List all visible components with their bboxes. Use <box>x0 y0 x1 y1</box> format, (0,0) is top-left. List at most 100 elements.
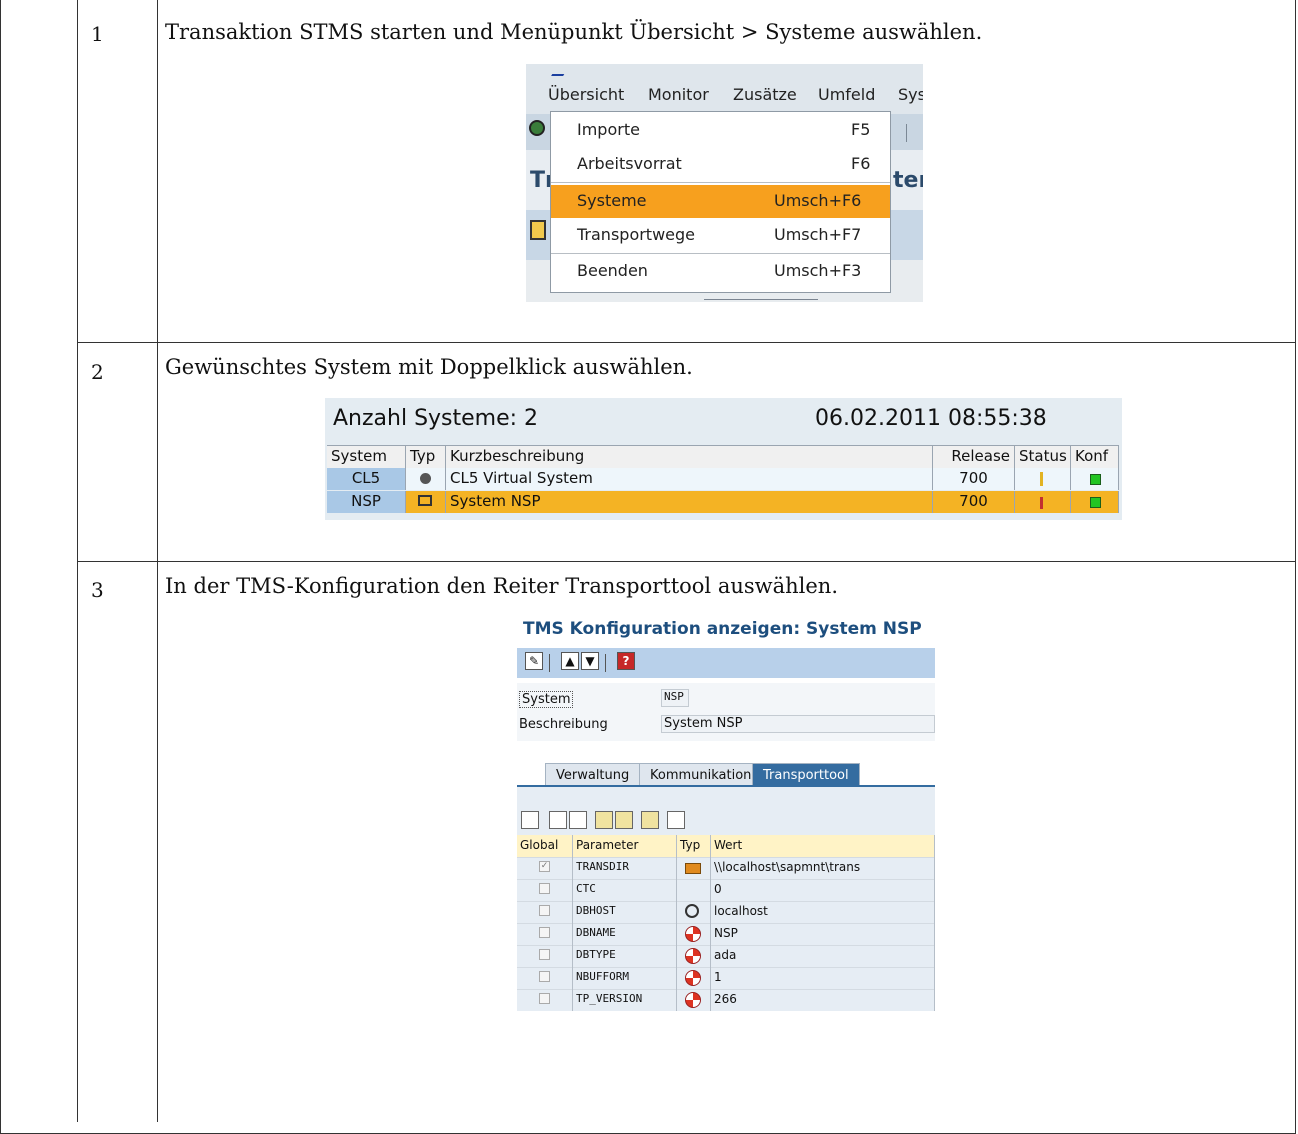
tab-transporttool[interactable]: Transporttool <box>752 763 860 786</box>
lifebuoy-icon <box>685 992 701 1008</box>
parameter-cell: DBHOST <box>573 901 677 923</box>
menu-item-arbeitsvorrat[interactable]: Arbeitsvorrat F6 <box>551 148 890 181</box>
table-header: System Typ Kurzbeschreibung Release Stat… <box>327 445 1119 469</box>
menu-separator <box>551 253 890 254</box>
edit-icon[interactable]: ✎ <box>525 652 543 670</box>
release-cell: 700 <box>933 468 1015 490</box>
global-checkbox[interactable] <box>539 949 550 960</box>
filter-icon[interactable] <box>569 811 587 829</box>
arrow-down-icon[interactable]: ▼ <box>581 652 599 670</box>
system-cell: CL5 <box>327 468 406 490</box>
menu-item-label: Arbeitsvorrat <box>577 154 682 173</box>
menu-item-label: Transportwege <box>577 225 696 244</box>
row-divider <box>77 561 1296 562</box>
insert-icon[interactable] <box>595 811 613 829</box>
step-number: 2 <box>91 360 104 384</box>
menu-item-importe[interactable]: Importe F5 <box>551 114 890 147</box>
table-header: Global Parameter Typ Wert <box>517 835 935 858</box>
folder-icon <box>685 863 701 874</box>
menu-zusaetze[interactable]: Zusätze <box>733 85 797 104</box>
row-divider <box>77 342 1296 343</box>
system-cell: NSP <box>327 491 406 513</box>
status-icon <box>1040 497 1043 509</box>
menu-item-systeme[interactable]: Systeme Umsch+F6 <box>551 185 890 218</box>
help-icon[interactable]: ? <box>617 652 635 670</box>
truck-icon[interactable] <box>530 220 546 240</box>
column-header[interactable]: Release <box>933 446 1015 468</box>
type-cell <box>677 967 711 989</box>
column-header[interactable]: Status <box>1015 446 1071 468</box>
system-list-screenshot: Anzahl Systeme: 2 06.02.2011 08:55:38 Sy… <box>325 398 1122 520</box>
real-system-icon <box>418 495 432 506</box>
menu-umfeld[interactable]: Umfeld <box>818 85 875 104</box>
system-table: System Typ Kurzbeschreibung Release Stat… <box>327 445 1119 513</box>
header-fields: System NSP Beschreibung System NSP <box>517 683 935 741</box>
system-count-heading: Anzahl Systeme: 2 <box>333 406 539 431</box>
table-row[interactable]: ✓ TRANSDIR \\localhost\sapmnt\trans <box>517 857 935 880</box>
table-row[interactable]: NBUFFORM 1 <box>517 967 935 990</box>
column-header[interactable]: Wert <box>711 835 935 857</box>
details-icon[interactable] <box>521 811 539 829</box>
system-label: System <box>519 691 574 708</box>
sap-menu-icon <box>551 66 569 76</box>
global-checkbox[interactable] <box>539 993 550 1004</box>
column-header[interactable]: Kurzbeschreibung <box>446 446 933 468</box>
type-cell <box>677 901 711 923</box>
menu-uebersicht[interactable]: Übersicht <box>548 85 624 104</box>
menu-item-label: Importe <box>577 120 640 139</box>
global-checkbox[interactable] <box>539 927 550 938</box>
grid-toolbar <box>521 811 935 833</box>
spiral-icon <box>685 904 699 918</box>
status-icon <box>1040 472 1043 486</box>
arrow-up-icon[interactable]: ▲ <box>561 652 579 670</box>
parameter-cell: NBUFFORM <box>573 967 677 989</box>
delete-icon[interactable] <box>615 811 633 829</box>
menu-item-shortcut: Umsch+F3 <box>774 261 862 280</box>
global-cell <box>517 945 573 967</box>
menu-item-transportwege[interactable]: Transportwege Umsch+F7 <box>551 219 890 252</box>
table-row[interactable]: CL5 CL5 Virtual System 700 <box>327 468 1119 490</box>
step-text: Gewünschtes System mit Doppelklick auswä… <box>165 355 693 379</box>
column-header[interactable]: System <box>327 446 406 468</box>
layout-icon[interactable] <box>667 811 685 829</box>
tms-title: TMS Konfiguration anzeigen: System NSP <box>523 619 922 639</box>
table-row-selected[interactable]: NSP System NSP 700 <box>327 491 1119 513</box>
global-checkbox[interactable] <box>539 883 550 894</box>
table-row[interactable]: CTC 0 <box>517 879 935 902</box>
type-cell <box>677 945 711 967</box>
type-cell <box>677 857 711 879</box>
konf-cell <box>1071 491 1119 513</box>
menu-item-beenden[interactable]: Beenden Umsch+F3 <box>551 255 890 288</box>
global-cell: ✓ <box>517 857 573 879</box>
tab-verwaltung[interactable]: Verwaltung <box>545 763 641 786</box>
parameter-table: Global Parameter Typ Wert ✓ TRANSDIR \\l… <box>517 835 935 1021</box>
column-header[interactable]: Typ <box>677 835 711 857</box>
column-header[interactable]: Global <box>517 835 573 857</box>
table-row[interactable]: DBNAME NSP <box>517 923 935 946</box>
type-cell <box>677 923 711 945</box>
menu-monitor[interactable]: Monitor <box>648 85 709 104</box>
global-cell <box>517 879 573 901</box>
menu-system[interactable]: Sys <box>898 85 923 104</box>
value-cell: ada <box>711 945 935 967</box>
virtual-system-icon <box>420 473 431 484</box>
step-number: 3 <box>91 578 104 602</box>
value-cell: 266 <box>711 989 935 1011</box>
print-icon[interactable] <box>549 811 567 829</box>
enter-icon[interactable] <box>529 120 545 136</box>
column-header[interactable]: Parameter <box>573 835 677 857</box>
global-checkbox[interactable] <box>539 905 550 916</box>
table-row[interactable]: DBTYPE ada <box>517 945 935 968</box>
tab-kommunikation[interactable]: Kommunikation <box>639 763 763 786</box>
menu-item-shortcut: F5 <box>851 120 871 139</box>
copy-icon[interactable] <box>641 811 659 829</box>
menu-screenshot: Übersicht Monitor Zusätze Umfeld Sys Tı … <box>526 64 923 302</box>
lifebuoy-icon <box>685 926 701 942</box>
value-cell: NSP <box>711 923 935 945</box>
column-header[interactable]: Typ <box>406 446 446 468</box>
table-row[interactable]: TP_VERSION 266 <box>517 989 935 1012</box>
column-header[interactable]: Konf <box>1071 446 1119 468</box>
table-row[interactable]: DBHOST localhost <box>517 901 935 924</box>
global-checkbox[interactable] <box>539 971 550 982</box>
global-checkbox[interactable]: ✓ <box>539 861 550 872</box>
